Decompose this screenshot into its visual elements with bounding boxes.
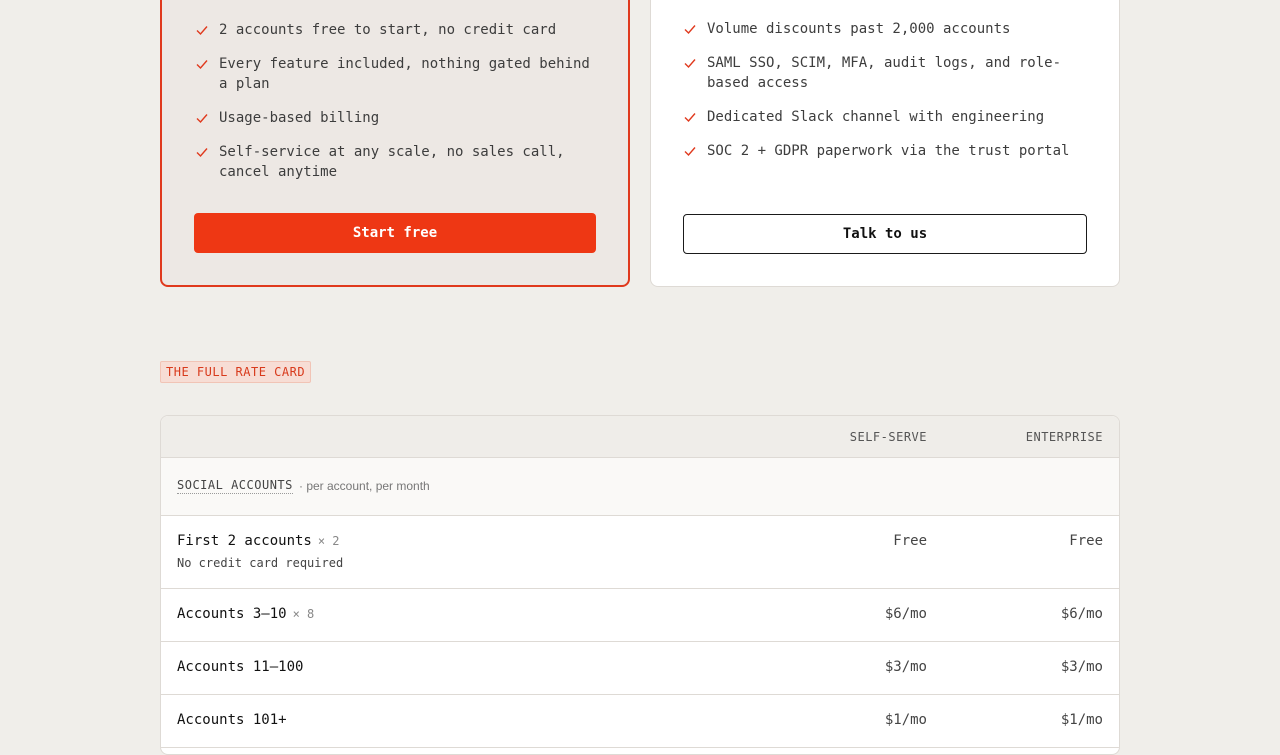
start-free-button[interactable]: Start free xyxy=(194,213,596,253)
cell-enterprise-price: $6/mo xyxy=(1060,606,1103,622)
column-header-enterprise: ENTERPRISE xyxy=(1025,430,1103,444)
feature-text: Dedicated Slack channel with engineering xyxy=(707,109,1045,125)
cell-enterprise-price: Free xyxy=(1069,533,1103,549)
feature-text: Volume discounts past 2,000 accounts xyxy=(707,21,1011,37)
cell-self-serve-price: $1/mo xyxy=(884,712,927,728)
row-label-text: First 2 accounts xyxy=(177,533,312,549)
table-row: Accounts 3–10 × 8 $6/mo $6/mo xyxy=(161,589,1119,642)
cell-enterprise-price: $1/mo xyxy=(1060,712,1103,728)
table-row: Accounts 11–100 $3/mo $3/mo xyxy=(161,642,1119,695)
cell-enterprise-price: $3/mo xyxy=(1060,659,1103,675)
column-header-self-serve: SELF-SERVE xyxy=(849,430,927,444)
cell-self-serve-price: Free xyxy=(893,533,927,549)
row-quantity: × 8 xyxy=(292,607,315,621)
feature-text: 2 accounts free to start, no credit card xyxy=(219,22,557,38)
table-group-row: SOCIAL ACCOUNTS · per account, per month xyxy=(161,458,1119,516)
enterprise-feature-list: Volume discounts past 2,000 accounts SAM… xyxy=(683,19,1093,175)
feature-item: Dedicated Slack channel with engineering xyxy=(683,107,1093,127)
row-label-text: Accounts 3–10 xyxy=(177,606,287,622)
feature-item: Usage-based billing xyxy=(195,108,600,128)
check-icon xyxy=(684,113,696,123)
feature-item: Self-service at any scale, no sales call… xyxy=(195,142,600,182)
check-icon xyxy=(196,148,208,158)
feature-item: 2 accounts free to start, no credit card xyxy=(195,20,600,40)
row-quantity: × 2 xyxy=(317,534,340,548)
row-label: Accounts 101+ xyxy=(177,712,287,728)
feature-text: SAML SSO, SCIM, MFA, audit logs, and rol… xyxy=(707,55,1062,91)
feature-text: Usage-based billing xyxy=(219,110,380,126)
check-icon xyxy=(196,26,208,36)
feature-text: SOC 2 + GDPR paperwork via the trust por… xyxy=(707,143,1070,159)
table-row: Accounts 101+ $1/mo $1/mo xyxy=(161,695,1119,748)
check-icon xyxy=(684,25,696,35)
feature-item: Every feature included, nothing gated be… xyxy=(195,54,600,94)
row-label-text: Accounts 101+ xyxy=(177,712,287,728)
table-row: First 2 accounts × 2 No credit card requi… xyxy=(161,516,1119,589)
row-subtext: No credit card required xyxy=(177,556,344,570)
talk-to-us-button[interactable]: Talk to us xyxy=(683,214,1087,254)
rate-card-table: SELF-SERVE ENTERPRISE SOCIAL ACCOUNTS · … xyxy=(160,415,1120,755)
group-title: SOCIAL ACCOUNTS xyxy=(177,478,293,494)
cell-self-serve-price: $3/mo xyxy=(884,659,927,675)
enterprise-plan-card: Volume discounts past 2,000 accounts SAM… xyxy=(650,0,1120,287)
feature-item: SOC 2 + GDPR paperwork via the trust por… xyxy=(683,141,1093,161)
check-icon xyxy=(684,147,696,157)
feature-item: SAML SSO, SCIM, MFA, audit logs, and rol… xyxy=(683,53,1093,93)
feature-text: Self-service at any scale, no sales call… xyxy=(219,144,565,180)
self-serve-plan-card: 2 accounts free to start, no credit card… xyxy=(160,0,630,287)
feature-text: Every feature included, nothing gated be… xyxy=(219,56,590,92)
check-icon xyxy=(196,60,208,70)
row-label: First 2 accounts × 2 xyxy=(177,533,340,549)
group-note: · per account, per month xyxy=(299,479,430,493)
row-label: Accounts 11–100 xyxy=(177,659,303,675)
cell-self-serve-price: $6/mo xyxy=(884,606,927,622)
check-icon xyxy=(684,59,696,69)
self-serve-feature-list: 2 accounts free to start, no credit card… xyxy=(195,20,600,196)
row-label-text: Accounts 11–100 xyxy=(177,659,304,675)
check-icon xyxy=(196,114,208,124)
rate-card-tag: THE FULL RATE CARD xyxy=(160,361,312,383)
row-label: Accounts 3–10 × 8 xyxy=(177,606,314,622)
feature-item: Volume discounts past 2,000 accounts xyxy=(683,19,1093,39)
table-header: SELF-SERVE ENTERPRISE xyxy=(161,416,1119,458)
